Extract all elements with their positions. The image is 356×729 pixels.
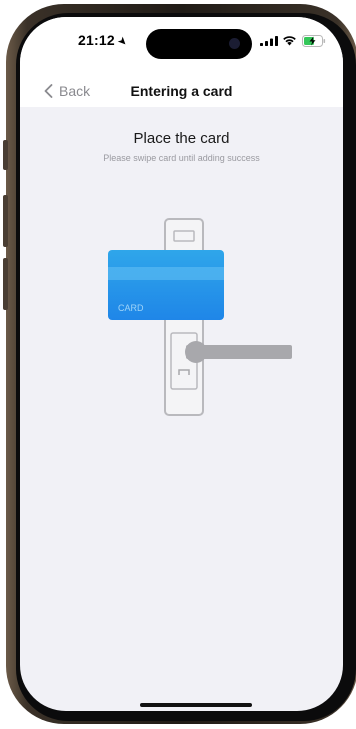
instruction-subtitle: Please swipe card until adding success (103, 153, 260, 163)
status-time: 21:12➤ (78, 32, 130, 49)
home-indicator (140, 703, 252, 707)
status-bar: 21:12➤ (20, 17, 343, 75)
action-button (3, 140, 8, 170)
front-camera (229, 38, 240, 49)
navigation-bar: Back Entering a card (20, 75, 343, 107)
volume-up-button (3, 195, 8, 247)
page-title: Entering a card (130, 83, 233, 99)
location-arrow-icon: ➤ (114, 34, 130, 50)
time-text: 21:12 (78, 32, 115, 48)
card-stripe (108, 267, 224, 280)
signal-icon (260, 36, 278, 46)
dynamic-island (146, 29, 252, 59)
instruction-title: Place the card (133, 130, 230, 147)
battery-charging-icon (302, 35, 326, 47)
volume-down-button (3, 258, 8, 310)
phone-mockup: 21:12➤ Back Entering a card Place the ca… (0, 0, 356, 729)
handle-rose (185, 341, 207, 363)
card-label: CARD (118, 303, 144, 313)
phone-screen: 21:12➤ Back Entering a card Place the ca… (20, 17, 343, 711)
wifi-icon (283, 36, 296, 46)
card-lock-illustration: CARD (108, 218, 292, 416)
